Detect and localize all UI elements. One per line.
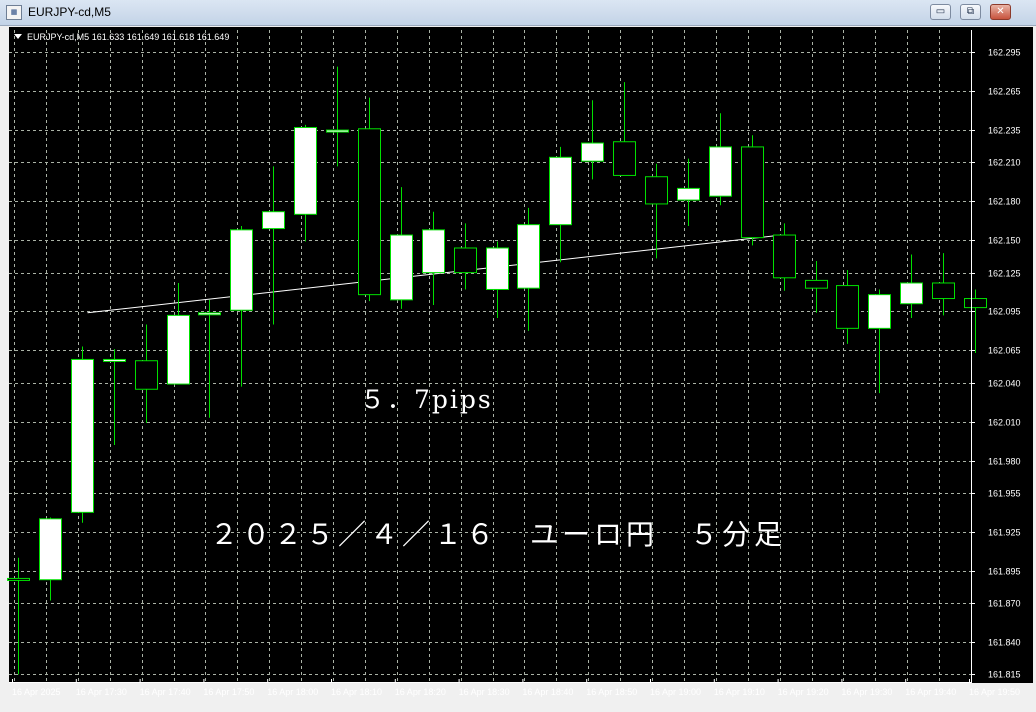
price-label: 162.040: [988, 379, 1021, 389]
time-label: 16 Apr 19:40: [905, 687, 956, 697]
candle-body: [581, 142, 604, 162]
candle-body: [805, 279, 828, 289]
price-label: 162.095: [988, 307, 1021, 317]
candlestick-chart[interactable]: 162.295 162.265 162.235 162.210 162.180 162.1…: [0, 0, 1036, 712]
candle-body: [198, 312, 221, 316]
candle-body: [900, 282, 923, 305]
price-label: 162.180: [988, 197, 1021, 207]
candle-body: [7, 577, 30, 581]
chart-caption: ２０２５／４／１６ ユーロ円 ５分足: [210, 518, 787, 551]
time-label: 16 Apr 18:40: [522, 687, 573, 697]
candle-body: [71, 358, 94, 513]
price-label: 162.065: [988, 346, 1021, 356]
price-label: 161.895: [988, 567, 1021, 577]
candle-body: [262, 211, 285, 230]
price-label: 161.955: [988, 489, 1021, 499]
price-label: 162.010: [988, 418, 1021, 428]
time-label: 16 Apr 17:40: [140, 687, 191, 697]
price-label: 162.210: [988, 158, 1021, 168]
price-label: 162.235: [988, 126, 1021, 136]
price-label: 162.125: [988, 269, 1021, 279]
chart-header-text: EURJPY-cd,M5 161.633 161.649 161.618 161…: [27, 32, 229, 42]
price-label: 161.870: [988, 599, 1021, 609]
candle-body: [294, 126, 317, 215]
candle-body: [135, 360, 158, 390]
candle-body: [39, 518, 62, 581]
candle: [741, 135, 764, 246]
time-label: 16 Apr 17:30: [76, 687, 127, 697]
candle-body: [326, 129, 349, 133]
price-label: 161.840: [988, 638, 1021, 648]
candle-body: [454, 247, 477, 274]
price-label: 162.150: [988, 236, 1021, 246]
candle-body: [645, 176, 668, 205]
time-label: 16 Apr 18:30: [459, 687, 510, 697]
candle-body: [613, 141, 636, 176]
time-label: 16 Apr 18:10: [331, 687, 382, 697]
pips-annotation: ５．7pips: [360, 385, 493, 414]
candle-body: [422, 229, 445, 274]
price-label: 161.815: [988, 670, 1021, 680]
price-label: 161.925: [988, 528, 1021, 538]
time-label: 16 Apr 18:20: [395, 687, 446, 697]
candle-body: [358, 128, 381, 296]
candle-body: [677, 187, 700, 201]
candle-body: [486, 247, 509, 290]
time-label: 16 Apr 19:10: [714, 687, 765, 697]
candle-body: [741, 146, 764, 239]
time-label: 16 Apr 19:00: [650, 687, 701, 697]
candle-body: [964, 298, 987, 309]
candle-body: [773, 234, 796, 279]
candle-body: [517, 224, 540, 289]
candle: [71, 346, 94, 523]
candle-body: [230, 229, 253, 311]
time-label: 16 Apr 17:50: [203, 687, 254, 697]
time-label: 16 Apr 2025: [12, 687, 61, 697]
time-label: 16 Apr 18:50: [586, 687, 637, 697]
candle-body: [549, 156, 572, 226]
candle-body: [390, 234, 413, 301]
candle-body: [932, 282, 955, 300]
candle-body: [103, 358, 126, 362]
candle-body: [167, 314, 190, 385]
price-label: 161.980: [988, 457, 1021, 467]
chart-header: EURJPY-cd,M5 161.633 161.649 161.618 161…: [14, 32, 229, 42]
price-label: 162.265: [988, 87, 1021, 97]
time-label: 16 Apr 19:30: [841, 687, 892, 697]
price-label: 162.295: [988, 48, 1021, 58]
time-label: 16 Apr 18:00: [267, 687, 318, 697]
time-label: 16 Apr 19:20: [778, 687, 829, 697]
candle-body: [836, 285, 859, 329]
time-label: 16 Apr 19:50: [969, 687, 1020, 697]
candle-body: [709, 146, 732, 197]
candle-body: [868, 294, 891, 329]
